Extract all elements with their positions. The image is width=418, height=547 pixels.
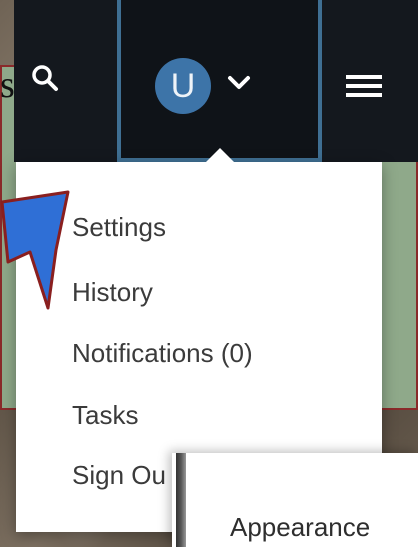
search-icon [32,65,58,91]
user-menu-toggle[interactable] [117,0,322,162]
menu-item-appearance[interactable]: Appearance [230,512,370,543]
hamburger-menu-icon[interactable] [346,72,382,100]
menu-item-notifications[interactable]: Notifications (0) [72,338,253,369]
menu-item-tasks[interactable]: Tasks [72,400,138,431]
chevron-down-icon[interactable] [226,74,252,92]
menu-item-sign-out[interactable]: Sign Ou [72,460,166,491]
menu-item-history[interactable]: History [72,277,153,308]
menu-item-settings[interactable]: Settings [72,212,166,243]
avatar[interactable]: U [155,58,211,114]
callout-arrow-icon [0,190,70,310]
search-button[interactable] [14,0,119,160]
appearance-panel-edge [176,453,186,547]
dropdown-caret [204,148,236,164]
